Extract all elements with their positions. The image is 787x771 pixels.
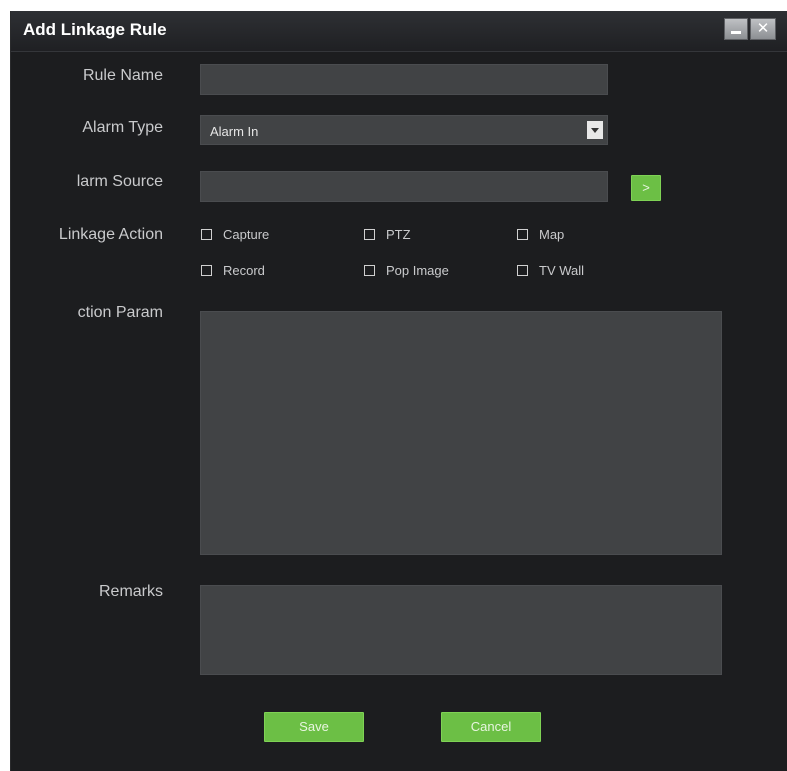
- checkbox-box[interactable]: [201, 229, 212, 240]
- close-button[interactable]: ✕: [750, 18, 776, 40]
- map-label: Map: [539, 227, 565, 242]
- action-param-area[interactable]: [200, 311, 722, 555]
- alarm-type-label: Alarm Type: [82, 119, 163, 136]
- minimize-icon: [731, 31, 741, 34]
- alarm-type-select[interactable]: Alarm In: [200, 115, 608, 145]
- alarm-source-label: larm Source: [76, 173, 163, 190]
- checkbox-box[interactable]: [517, 265, 528, 276]
- minimize-button[interactable]: [724, 18, 748, 40]
- checkbox-box[interactable]: [364, 229, 375, 240]
- alarm-type-value: Alarm In: [210, 124, 259, 139]
- close-icon: ✕: [756, 20, 770, 37]
- add-linkage-rule-dialog: Add Linkage Rule ✕ Rule Name Alarm Type …: [10, 11, 787, 771]
- rule-name-label: Rule Name: [82, 67, 163, 84]
- remarks-textarea[interactable]: [200, 585, 722, 675]
- checkbox-box[interactable]: [517, 229, 528, 240]
- rule-name-input[interactable]: [200, 64, 608, 95]
- action-param-label: ction Param: [77, 304, 163, 321]
- linkage-action-label: Linkage Action: [58, 226, 163, 243]
- record-label: Record: [223, 263, 265, 278]
- remarks-label: Remarks: [98, 583, 163, 600]
- pop-image-label: Pop Image: [386, 263, 449, 278]
- cancel-button[interactable]: Cancel: [441, 712, 541, 742]
- alarm-source-browse-button[interactable]: >: [631, 175, 661, 201]
- checkbox-box[interactable]: [364, 265, 375, 276]
- save-button[interactable]: Save: [264, 712, 364, 742]
- alarm-source-input[interactable]: [200, 171, 608, 202]
- ptz-label: PTZ: [386, 227, 411, 242]
- title-bar: Add Linkage Rule ✕: [11, 11, 787, 52]
- chevron-down-icon[interactable]: [587, 121, 603, 139]
- dialog-title: Add Linkage Rule: [23, 20, 167, 39]
- tv-wall-label: TV Wall: [539, 263, 585, 278]
- checkbox-box[interactable]: [201, 265, 212, 276]
- capture-label: Capture: [223, 227, 270, 242]
